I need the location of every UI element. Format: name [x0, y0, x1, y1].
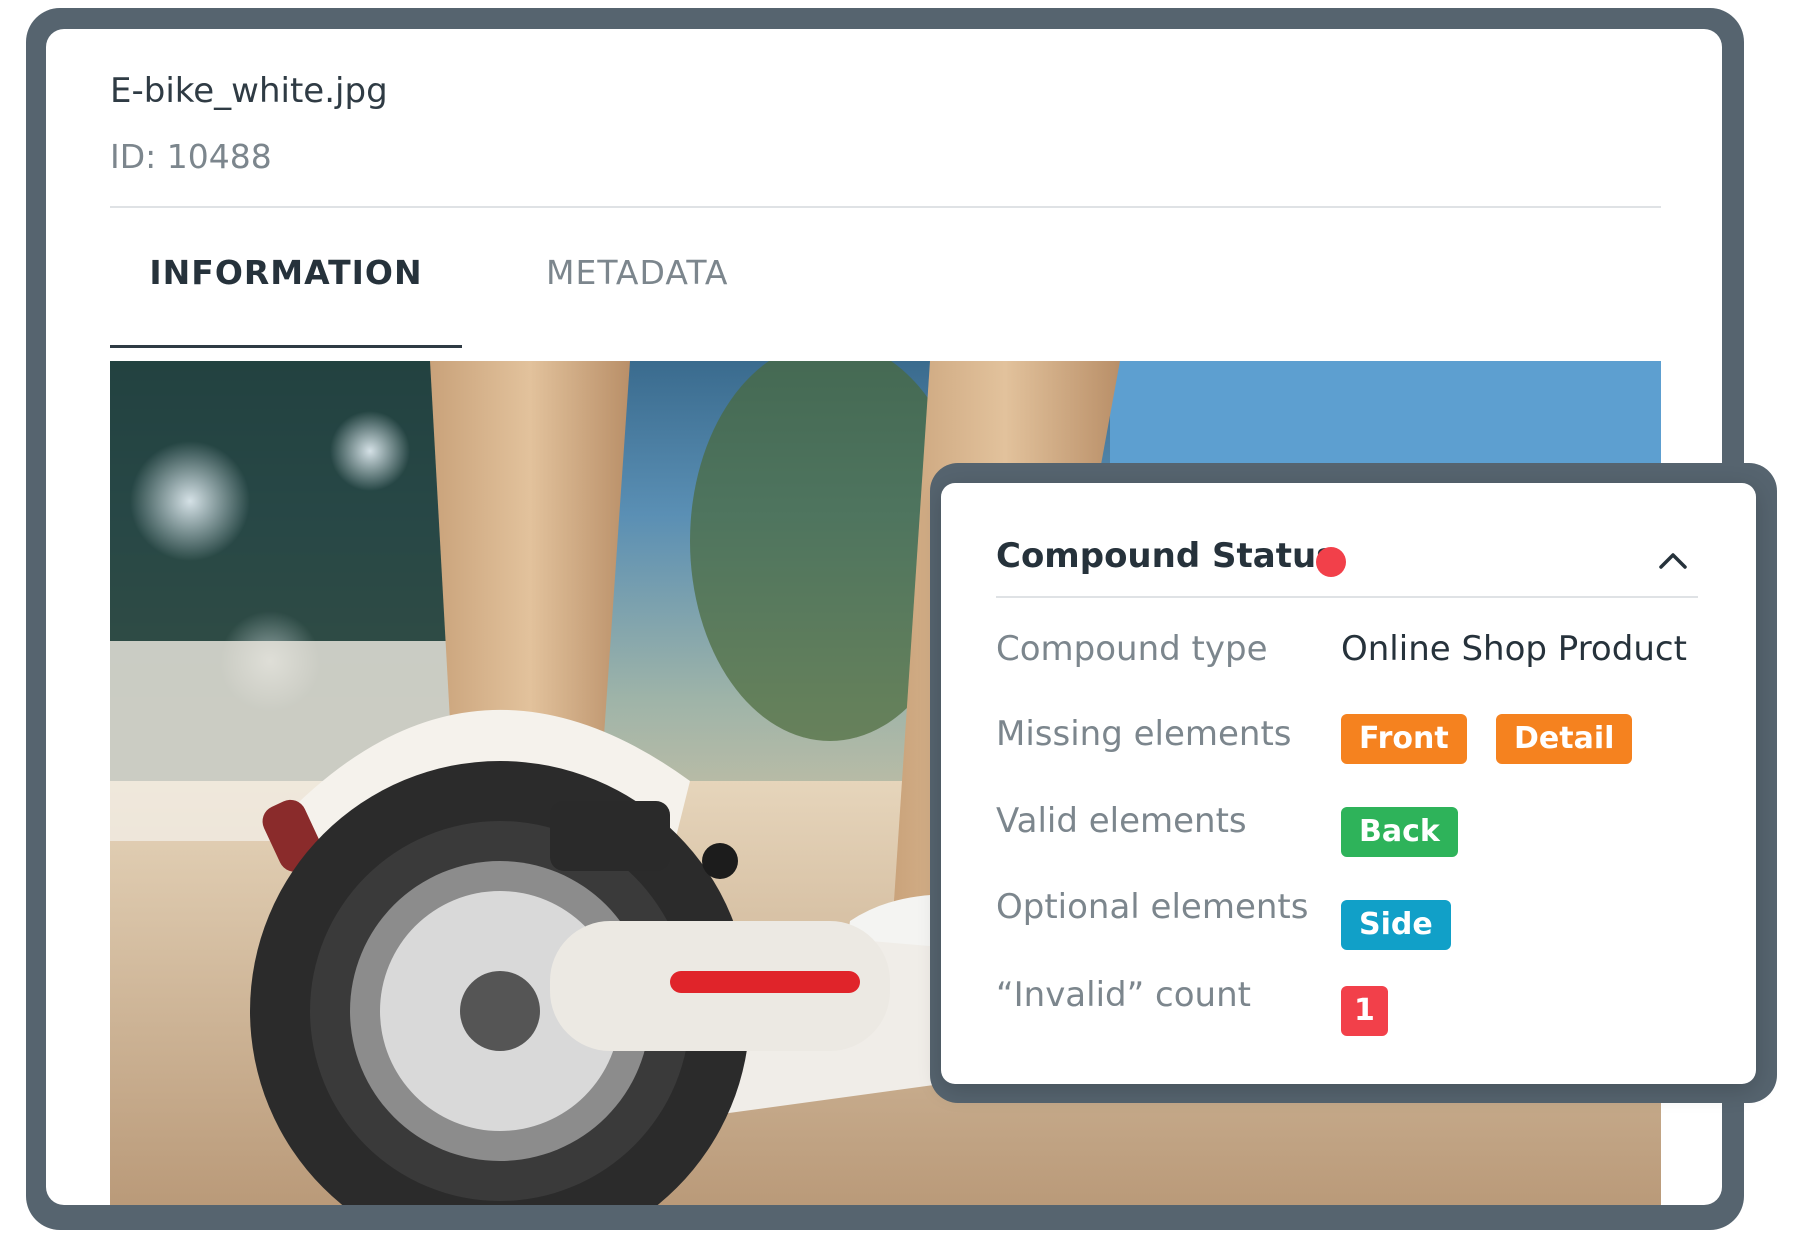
tab-bar: INFORMATION METADATA	[110, 253, 1110, 351]
invalid-count-label: “Invalid” count	[996, 975, 1251, 1015]
missing-badge-detail: Detail	[1496, 714, 1633, 764]
compound-type-label: Compound type	[996, 629, 1268, 669]
header-divider	[110, 206, 1661, 208]
tab-metadata-label: METADATA	[546, 253, 729, 292]
valid-elements-label: Valid elements	[996, 801, 1247, 841]
active-tab-indicator	[110, 345, 462, 348]
chevron-up-icon[interactable]	[1655, 543, 1691, 579]
missing-elements-label: Missing elements	[996, 714, 1292, 754]
file-id: ID: 10488	[110, 137, 272, 176]
tab-metadata[interactable]: METADATA	[546, 253, 729, 292]
compound-status-panel: Compound Status Compound type Online Sho…	[941, 483, 1756, 1084]
missing-badge-front: Front	[1341, 714, 1467, 764]
panel-title: Compound Status	[996, 536, 1337, 576]
file-name: E-bike_white.jpg	[110, 71, 388, 111]
tab-information[interactable]: INFORMATION	[110, 253, 462, 348]
valid-badge-back: Back	[1341, 807, 1458, 857]
invalid-count-badge: 1	[1341, 986, 1388, 1036]
optional-badge-side: Side	[1341, 900, 1451, 950]
app-stage: E-bike_white.jpg ID: 10488 INFORMATION M…	[0, 0, 1800, 1233]
tab-information-label: INFORMATION	[149, 253, 423, 292]
panel-divider	[996, 596, 1698, 598]
status-dot-icon	[1316, 547, 1346, 577]
compound-type-value: Online Shop Product	[1341, 629, 1687, 669]
optional-elements-label: Optional elements	[996, 887, 1309, 927]
